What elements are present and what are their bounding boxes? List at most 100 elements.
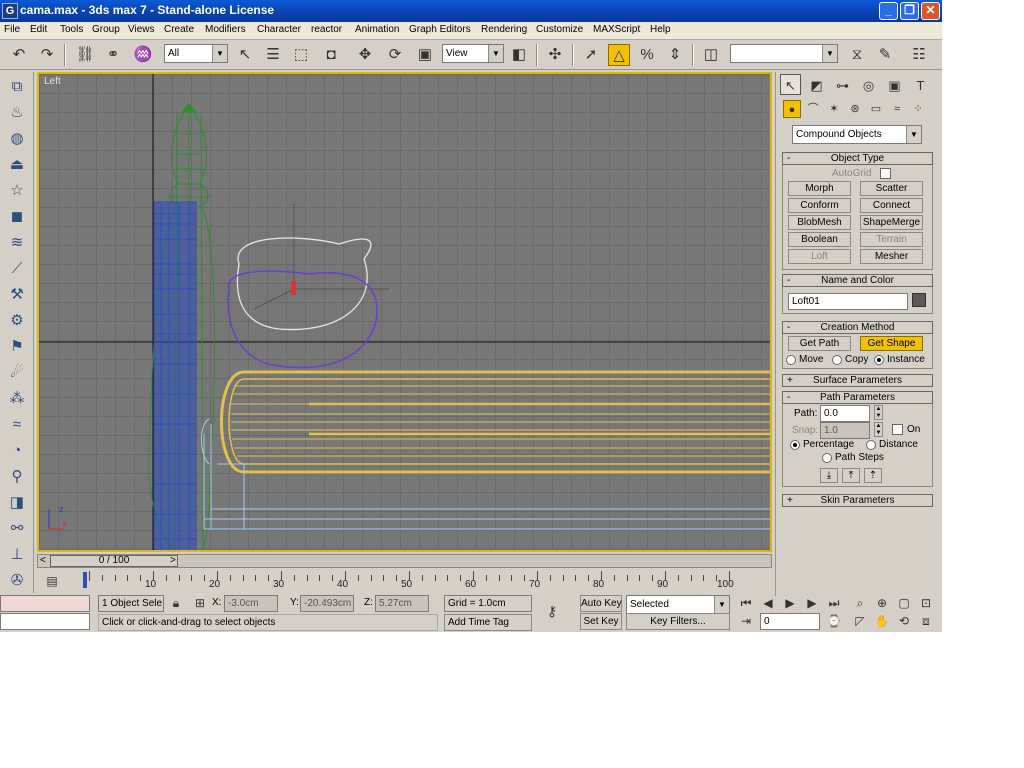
get-shape-button[interactable]: Get Shape [860, 336, 923, 351]
camera-icon[interactable]: ◼ [6, 206, 28, 228]
wrench-icon[interactable]: ⚒ [6, 284, 28, 306]
menu-file[interactable]: File [4, 24, 20, 35]
track-bar[interactable]: ▤ 10 20 30 40 50 60 70 80 90 100 [37, 570, 772, 594]
menu-help[interactable]: Help [650, 24, 671, 35]
surface-parameters-header[interactable]: + Surface Parameters [782, 374, 933, 387]
menu-customize[interactable]: Customize [536, 24, 583, 35]
object-color-swatch[interactable] [912, 293, 926, 307]
get-path-button[interactable]: Get Path [788, 336, 851, 351]
object-type-header[interactable]: - Object Type [782, 152, 933, 165]
go-to-start-icon[interactable]: ⏮ [738, 595, 754, 611]
instance-radio[interactable] [874, 355, 884, 365]
shape-outline-white[interactable] [236, 237, 372, 331]
utilities-tab-icon[interactable]: T [910, 74, 931, 95]
next-shape-icon[interactable]: ⇡ [864, 468, 882, 483]
autogrid-checkbox[interactable] [880, 168, 891, 179]
shapemerge-button[interactable]: ShapeMerge [860, 215, 923, 230]
helpers-icon[interactable]: ▭ [867, 100, 885, 118]
zoom-all-icon[interactable]: ⊕ [874, 595, 890, 611]
shape-outline-purple[interactable] [227, 270, 378, 369]
path-value-field[interactable]: 0.0 [820, 405, 870, 422]
menu-character[interactable]: Character [257, 24, 301, 35]
close-button[interactable]: ✕ [921, 2, 940, 20]
spinner-snap-icon[interactable]: ⇕ [664, 44, 686, 66]
select-manipulate-icon[interactable]: ✣ [544, 44, 566, 66]
scatter-button[interactable]: Scatter [860, 181, 923, 196]
time-slider[interactable]: < 0 / 100 > [37, 554, 772, 568]
play-icon[interactable]: ▶ [782, 595, 798, 611]
maxscript-input[interactable] [0, 613, 90, 630]
path-parameters-header[interactable]: - Path Parameters [782, 391, 933, 404]
scale-icon[interactable]: ▣ [414, 44, 436, 66]
menu-create[interactable]: Create [164, 24, 194, 35]
motion-icon[interactable]: ✇ [6, 570, 28, 592]
objects-icon[interactable]: ⧉ [6, 76, 28, 98]
previous-shape-icon[interactable]: ⤒ [842, 468, 860, 483]
loft-object[interactable] [220, 370, 773, 474]
maxscript-listener-mini[interactable] [0, 595, 90, 612]
teapot-icon[interactable]: ♨ [6, 102, 28, 124]
zoom-icon[interactable]: ⌕ [852, 595, 868, 611]
menu-group[interactable]: Group [92, 24, 120, 35]
category-dropdown[interactable]: Compound Objects ▼ [792, 125, 922, 144]
snap-on-checkbox[interactable] [892, 424, 903, 435]
conform-button[interactable]: Conform [788, 198, 851, 213]
previous-frame-icon[interactable]: ◀ [760, 595, 776, 611]
create-tab-icon[interactable]: ↖ [780, 74, 801, 95]
menu-tools[interactable]: Tools [60, 24, 83, 35]
menu-rendering[interactable]: Rendering [481, 24, 527, 35]
copy-radio[interactable] [832, 355, 842, 365]
redo-icon[interactable]: ↷ [36, 44, 58, 66]
viewport-label[interactable]: Left [44, 76, 61, 87]
distance-radio[interactable] [866, 440, 876, 450]
select-object-icon[interactable]: ↖ [234, 44, 256, 66]
light-icon[interactable]: ☄ [6, 362, 28, 384]
layers-icon[interactable]: ≋ [6, 232, 28, 254]
sphere-icon[interactable]: ◍ [6, 128, 28, 150]
terrain-button[interactable]: Terrain [860, 232, 923, 247]
auto-key-button[interactable]: Auto Key [580, 595, 622, 612]
key-filters-button[interactable]: Key Filters... [626, 613, 730, 630]
menu-modifiers[interactable]: Modifiers [205, 24, 246, 35]
display-tab-icon[interactable]: ▣ [884, 74, 905, 95]
undo-icon[interactable]: ↶ [8, 44, 30, 66]
menu-graph-editors[interactable]: Graph Editors [409, 24, 471, 35]
angle-snap-icon[interactable]: △ [608, 44, 630, 66]
geometry-icon[interactable]: ● [783, 100, 801, 118]
layer-manager-icon[interactable]: ☷ [908, 44, 930, 66]
transform-gizmo[interactable] [253, 204, 389, 310]
lights-icon[interactable]: ✶ [825, 100, 843, 118]
skin-parameters-header[interactable]: + Skin Parameters [782, 494, 933, 507]
pivot-center-icon[interactable]: ◧ [508, 44, 530, 66]
curve-editor-icon[interactable]: ▤ [41, 570, 63, 592]
y-coordinate-field[interactable]: -20.493cm [300, 595, 354, 612]
render-icon[interactable]: ◨ [6, 492, 28, 514]
next-frame-icon[interactable]: ▶ [804, 595, 820, 611]
gear-icon[interactable]: ⚙ [6, 310, 28, 332]
path-spinner[interactable]: ▲ ▼ [874, 405, 883, 420]
arc-rotate-icon[interactable]: ⟲ [896, 613, 912, 629]
creation-method-header[interactable]: - Creation Method [782, 321, 933, 334]
menu-maxscript[interactable]: MAXScript [593, 24, 640, 35]
edit-named-selections-icon[interactable]: ◫ [700, 44, 722, 66]
snap-value-field[interactable]: 1.0 [820, 422, 870, 439]
object-name-input[interactable]: Loft01 [788, 293, 908, 310]
unlink-icon[interactable]: ⚭ [102, 44, 124, 66]
percent-snap-icon[interactable]: % [636, 44, 658, 66]
current-frame-field[interactable]: 0 [760, 613, 820, 630]
named-selection-dropdown[interactable]: ▼ [730, 44, 838, 63]
pan-icon[interactable]: ✋ [874, 613, 890, 629]
x-coordinate-field[interactable]: -3.0cm [224, 595, 278, 612]
systems-icon[interactable]: ⁘ [909, 100, 927, 118]
align-icon[interactable]: ✎ [874, 44, 896, 66]
spacewarp-icon[interactable]: ≈ [6, 414, 28, 436]
zoom-extents-all-icon[interactable]: ⊡ [918, 595, 934, 611]
particle-icon[interactable]: ⁂ [6, 388, 28, 410]
bed-frame-lines[interactable] [201, 418, 773, 530]
name-color-header[interactable]: - Name and Color [782, 274, 933, 287]
absolute-mode-icon[interactable]: ⊞ [192, 595, 208, 611]
key-mode-toggle-icon[interactable]: ⇥ [738, 613, 754, 629]
hammer-icon[interactable]: ⚲ [6, 466, 28, 488]
field-of-view-icon[interactable]: ◸ [852, 613, 868, 629]
cameras-icon[interactable]: ⊛ [846, 100, 864, 118]
